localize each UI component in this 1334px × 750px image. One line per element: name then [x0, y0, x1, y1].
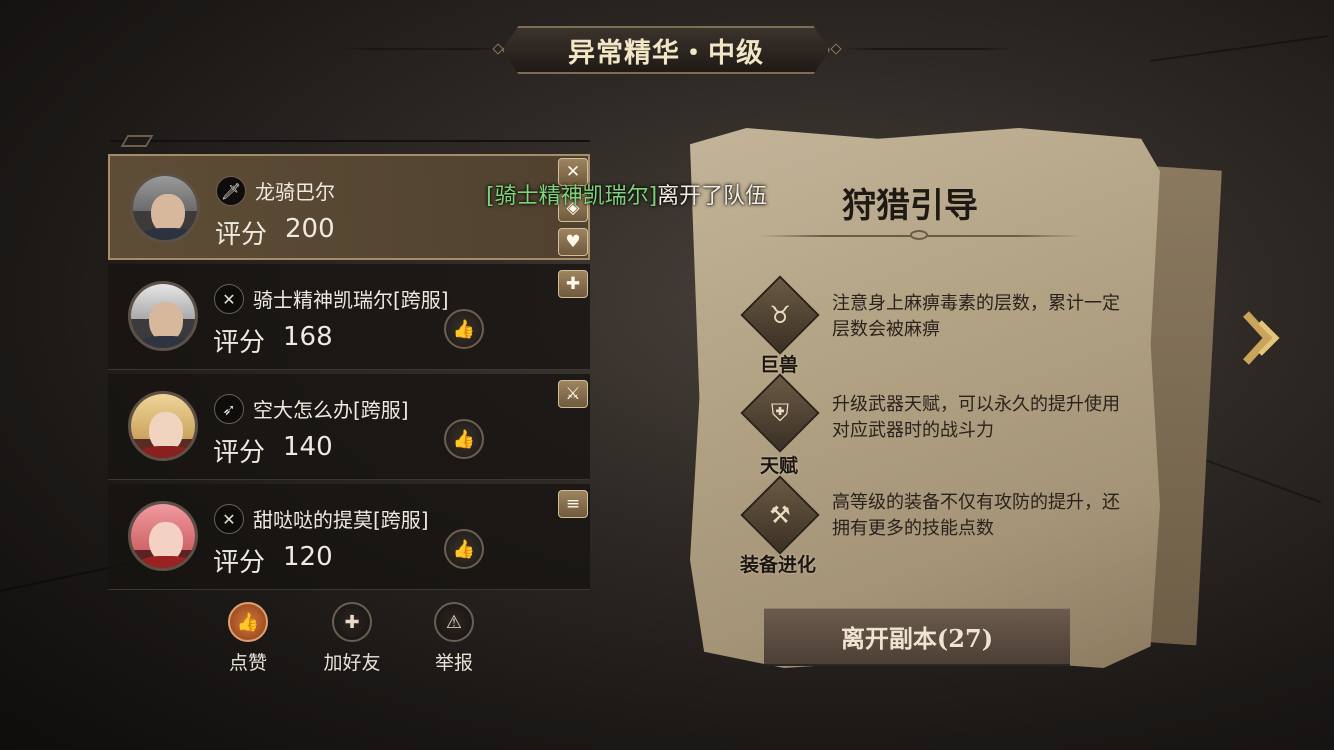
tip-text: 高等级的装备不仅有攻防的提升，还拥有更多的技能点数 — [832, 492, 1120, 539]
action-label: 点赞 — [228, 652, 267, 674]
score-label: 评分 — [213, 438, 266, 468]
warning-icon: ⚠ — [434, 602, 474, 642]
crossed-swords-icon: ✕ — [214, 284, 244, 314]
party-member-row[interactable]: ➶ 空大怎么办[跨服] 评分 140 👍 — [108, 374, 590, 480]
add-friend-button[interactable]: ✚ 加好友 — [312, 602, 392, 675]
sword-shield-icon: ⚔ — [558, 380, 588, 408]
tip-text: 升级武器天赋，可以永久的提升使用对应武器时的战斗力 — [832, 394, 1120, 441]
guide-title: 狩猎引导 — [842, 186, 978, 226]
crossed-swords-icon: ✕ — [214, 504, 244, 534]
party-member-row[interactable]: ✕ 骑士精神凯瑞尔[跨服] 评分 168 👍 — [108, 264, 590, 370]
score-value: 120 — [283, 542, 333, 572]
avatar — [128, 501, 198, 571]
score-label: 评分 — [215, 220, 268, 250]
speed-icon: ≡ — [558, 490, 588, 518]
helmet-icon: ⛨ — [771, 399, 789, 427]
add-friend-icon: ✚ — [332, 602, 372, 642]
tip-label: 天赋 — [760, 455, 799, 477]
thumbs-up-icon: 👍 — [228, 602, 268, 642]
player-name: 空大怎么办[跨服] — [253, 398, 409, 422]
avatar — [128, 391, 198, 461]
thumbs-up-icon: 👍 — [452, 538, 476, 560]
score-label: 评分 — [213, 328, 266, 358]
dungeon-title: 异常精华・中级 — [502, 26, 830, 74]
score-value: 200 — [285, 214, 335, 244]
player-name: 骑士精神凯瑞尔[跨服] — [253, 288, 449, 312]
bow-icon: ➶ — [214, 394, 244, 424]
leave-dungeon-button[interactable]: 离开副本(27) — [764, 608, 1070, 666]
score-value: 140 — [283, 432, 333, 462]
tip-label: 装备进化 — [740, 554, 817, 576]
party-notification: [骑士精神凯瑞尔]离开了队伍 — [486, 178, 767, 210]
party-member-row[interactable]: ✕ 甜哒哒的提莫[跨服] 评分 120 👍 — [108, 484, 590, 590]
guide-divider-ornament — [910, 230, 928, 240]
player-name: 龙骑巴尔 — [255, 180, 335, 204]
title-ornament-left — [492, 43, 504, 55]
title-bar: 异常精华・中级 — [0, 24, 1334, 76]
like-player-button[interactable]: 👍 — [444, 419, 484, 459]
action-label: 举报 — [434, 652, 473, 674]
next-page-arrow-icon[interactable] — [1238, 308, 1286, 368]
action-label: 加好友 — [323, 652, 381, 674]
heart-icon: ♥ — [558, 228, 588, 256]
score-label: 评分 — [213, 548, 266, 578]
like-player-button[interactable]: 👍 — [444, 529, 484, 569]
player-name: 甜哒哒的提莫[跨服] — [253, 508, 429, 532]
dagger-icon: 🗡 — [216, 176, 246, 206]
score-value: 168 — [283, 322, 333, 352]
anvil-icon: ⚒ — [769, 501, 791, 529]
party-list-ornament — [120, 135, 154, 147]
notification-message: 离开了队伍 — [657, 184, 768, 209]
avatar — [130, 173, 200, 243]
report-button[interactable]: ⚠ 举报 — [414, 602, 494, 675]
thumbs-up-icon: 👍 — [452, 318, 476, 340]
title-ornament-right — [830, 43, 842, 55]
title-divider-right — [842, 48, 1012, 50]
plus-icon: ✚ — [558, 270, 588, 298]
party-list-divider — [110, 140, 590, 142]
avatar — [128, 281, 198, 351]
like-action-button[interactable]: 👍 点赞 — [208, 602, 288, 675]
title-divider-left — [336, 48, 506, 50]
notification-player-name: [骑士精神凯瑞尔] — [486, 184, 658, 209]
like-player-button[interactable]: 👍 — [444, 309, 484, 349]
thumbs-up-icon: 👍 — [452, 428, 476, 450]
tip-text: 注意身上麻痹毒素的层数，累计一定层数会被麻痹 — [832, 293, 1120, 340]
beast-icon: ♉ — [769, 301, 791, 329]
